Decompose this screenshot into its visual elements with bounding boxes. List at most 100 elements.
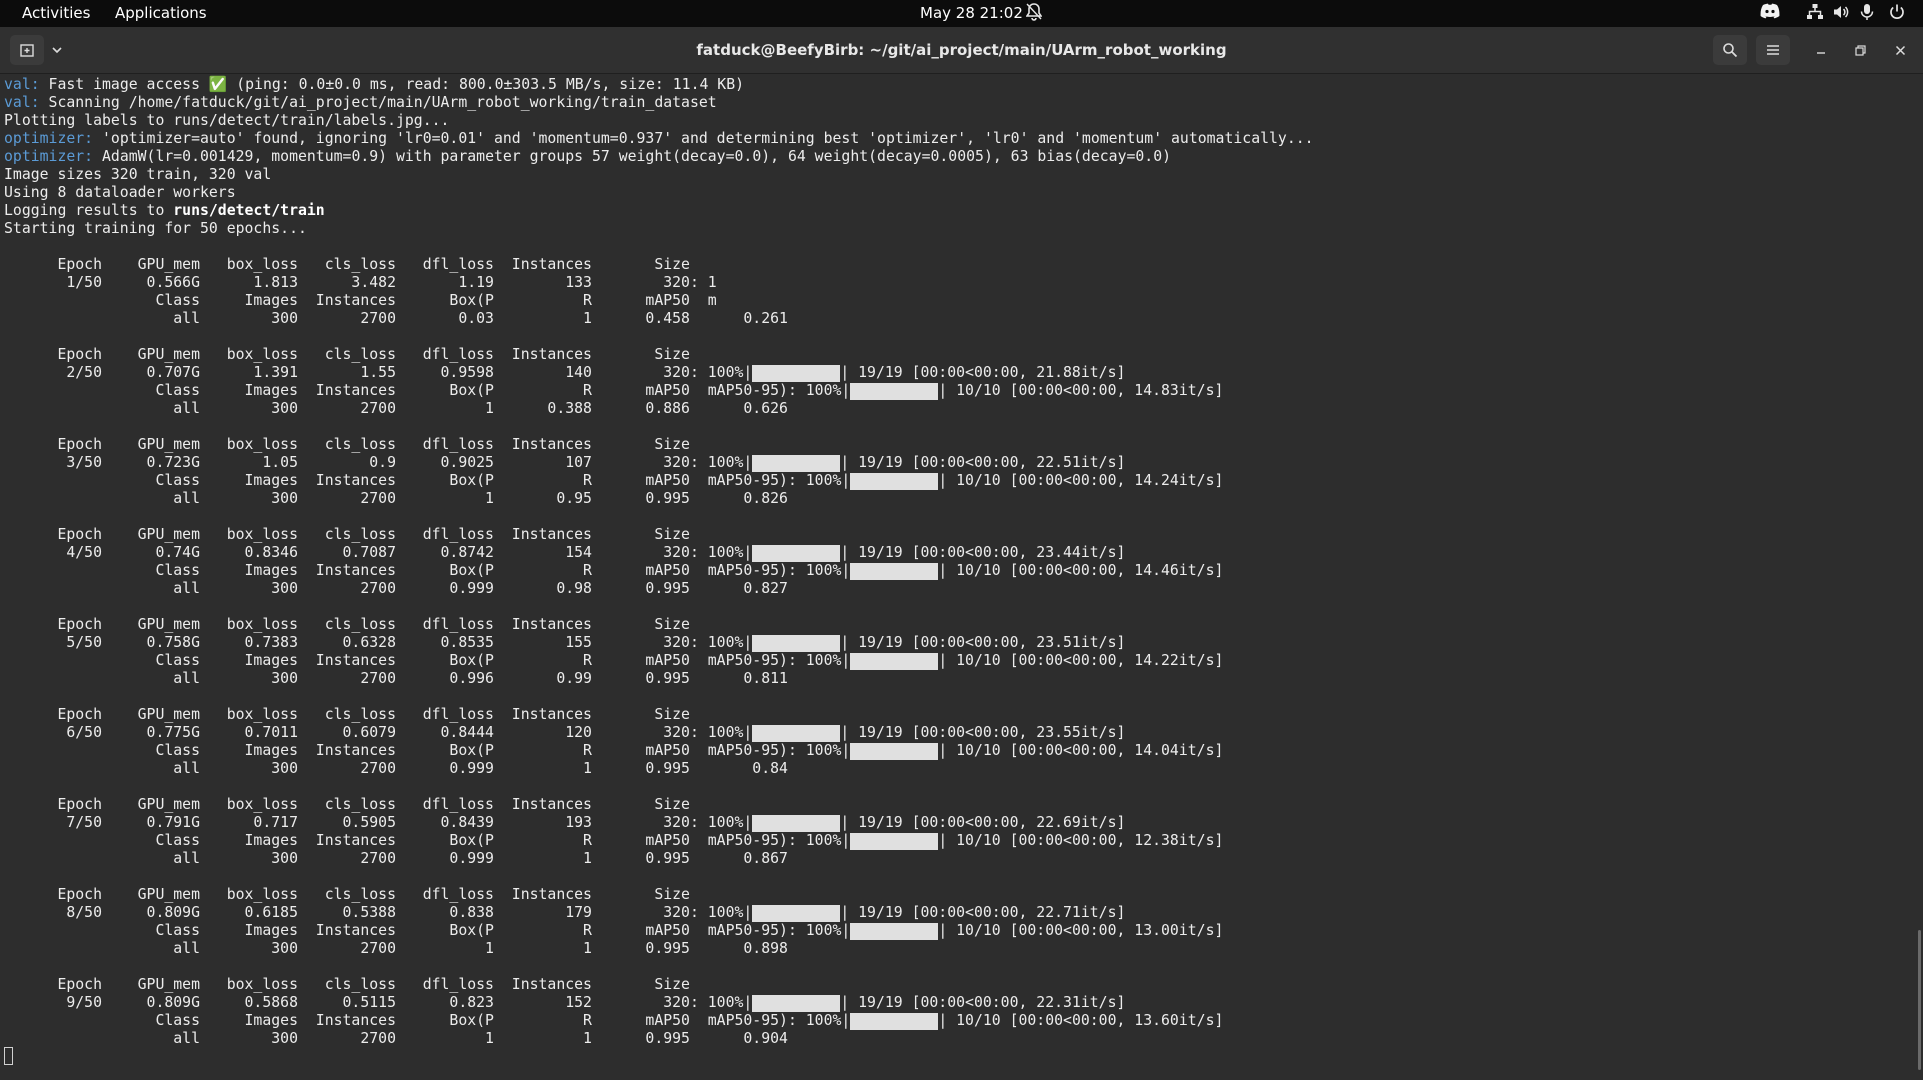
terminal-output[interactable]: val: Fast image access ✅ (ping: 0.0±0.0 … xyxy=(0,74,1923,1080)
minimize-icon[interactable] xyxy=(1810,35,1832,65)
terminal-text: 9/50 0.809G 0.5868 0.5115 0.823 152 320:… xyxy=(4,994,753,1011)
terminal-text: Fast image access ✅ (ping: 0.0±0.0 ms, r… xyxy=(39,76,745,93)
close-icon[interactable] xyxy=(1889,35,1911,65)
progress-bar xyxy=(850,833,939,850)
power-icon[interactable] xyxy=(1888,3,1906,25)
terminal-text: Class Images Instances Box(P R mAP50 mAP… xyxy=(4,922,851,939)
chevron-down-icon[interactable] xyxy=(46,35,68,65)
progress-bar xyxy=(752,995,841,1012)
terminal-text: all 300 2700 1 1 0.995 0.904 xyxy=(4,1030,788,1047)
terminal-text: Class Images Instances Box(P R mAP50 mAP… xyxy=(4,652,851,669)
terminal-line: Logging results to runs/detect/train xyxy=(4,202,1314,220)
terminal-text: all 300 2700 1 1 0.995 0.898 xyxy=(4,940,788,957)
terminal-line: Epoch GPU_mem box_loss cls_loss dfl_loss… xyxy=(4,976,1314,994)
menu-button[interactable] xyxy=(1756,35,1790,65)
terminal-line: Epoch GPU_mem box_loss cls_loss dfl_loss… xyxy=(4,526,1314,544)
terminal-text: Using 8 dataloader workers xyxy=(4,184,236,201)
terminal-line: 3/50 0.723G 1.05 0.9 0.9025 107 320: 100… xyxy=(4,454,1314,472)
progress-bar xyxy=(752,365,841,382)
activities-button[interactable]: Activities xyxy=(22,4,90,22)
terminal-text: 'optimizer=auto' found, ignoring 'lr0=0.… xyxy=(93,130,1314,147)
new-tab-button[interactable] xyxy=(10,35,44,65)
progress-bar xyxy=(752,635,841,652)
terminal-line: 1/50 0.566G 1.813 3.482 1.19 133 320: 1 xyxy=(4,274,1314,292)
search-icon xyxy=(1723,43,1738,58)
volume-icon[interactable] xyxy=(1832,3,1850,25)
applications-menu[interactable]: Applications xyxy=(115,4,207,22)
progress-bar xyxy=(850,743,939,760)
terminal-line: Epoch GPU_mem box_loss cls_loss dfl_loss… xyxy=(4,256,1314,274)
window-titlebar[interactable]: fatduck@BeefyBirb: ~/git/ai_project/main… xyxy=(0,27,1923,74)
terminal-line: Epoch GPU_mem box_loss cls_loss dfl_loss… xyxy=(4,796,1314,814)
terminal-line: Class Images Instances Box(P R mAP50 mAP… xyxy=(4,1012,1314,1030)
terminal-text: 6/50 0.775G 0.7011 0.6079 0.8444 120 320… xyxy=(4,724,753,741)
terminal-line: Image sizes 320 train, 320 val xyxy=(4,166,1314,184)
terminal-text: Plotting labels to runs/detect/train/lab… xyxy=(4,112,450,129)
terminal-line: 7/50 0.791G 0.717 0.5905 0.8439 193 320:… xyxy=(4,814,1314,832)
search-button[interactable] xyxy=(1713,35,1747,65)
terminal-line: optimizer: AdamW(lr=0.001429, momentum=0… xyxy=(4,148,1314,166)
terminal-line: Class Images Instances Box(P R mAP50 mAP… xyxy=(4,472,1314,490)
terminal-line: 9/50 0.809G 0.5868 0.5115 0.823 152 320:… xyxy=(4,994,1314,1012)
terminal-text: | 19/19 [00:00<00:00, 23.55it/s] xyxy=(840,724,1126,741)
terminal-text: Epoch GPU_mem box_loss cls_loss dfl_loss… xyxy=(4,796,690,813)
terminal-line: 4/50 0.74G 0.8346 0.7087 0.8742 154 320:… xyxy=(4,544,1314,562)
progress-bar xyxy=(752,455,841,472)
terminal-text: Class Images Instances Box(P R mAP50 mAP… xyxy=(4,562,851,579)
terminal-line: 6/50 0.775G 0.7011 0.6079 0.8444 120 320… xyxy=(4,724,1314,742)
terminal-text: Class Images Instances Box(P R mAP50 mAP… xyxy=(4,832,851,849)
progress-bar xyxy=(850,923,939,940)
network-icon[interactable] xyxy=(1806,3,1824,25)
terminal-text: | 19/19 [00:00<00:00, 22.69it/s] xyxy=(840,814,1126,831)
terminal-text: AdamW(lr=0.001429, momentum=0.9) with pa… xyxy=(93,148,1172,165)
terminal-line: Class Images Instances Box(P R mAP50 mAP… xyxy=(4,832,1314,850)
top-bar: Activities Applications May 28 21:02 xyxy=(0,0,1923,27)
terminal-text: Epoch GPU_mem box_loss cls_loss dfl_loss… xyxy=(4,436,690,453)
terminal-text: | 10/10 [00:00<00:00, 14.46it/s] xyxy=(938,562,1224,579)
progress-bar xyxy=(752,545,841,562)
terminal-text: Starting training for 50 epochs... xyxy=(4,220,307,237)
terminal-text: Class Images Instances Box(P R mAP50 mAP… xyxy=(4,1012,851,1029)
maximize-icon[interactable] xyxy=(1849,35,1871,65)
terminal-text: | 10/10 [00:00<00:00, 13.60it/s] xyxy=(938,1012,1224,1029)
terminal-text: Class Images Instances Box(P R mAP50 m xyxy=(4,292,717,309)
hamburger-menu-icon xyxy=(1767,45,1779,55)
mic-icon[interactable] xyxy=(1858,3,1876,25)
terminal-line: Class Images Instances Box(P R mAP50 m xyxy=(4,292,1314,310)
terminal-text: Class Images Instances Box(P R mAP50 mAP… xyxy=(4,472,851,489)
terminal-line: 5/50 0.758G 0.7383 0.6328 0.8535 155 320… xyxy=(4,634,1314,652)
terminal-text: runs/detect/train xyxy=(173,202,325,219)
terminal-text: Epoch GPU_mem box_loss cls_loss dfl_loss… xyxy=(4,976,690,993)
terminal-text: 4/50 0.74G 0.8346 0.7087 0.8742 154 320:… xyxy=(4,544,753,561)
terminal-text: Epoch GPU_mem box_loss cls_loss dfl_loss… xyxy=(4,886,690,903)
terminal-line: Class Images Instances Box(P R mAP50 mAP… xyxy=(4,562,1314,580)
terminal-line: 8/50 0.809G 0.6185 0.5388 0.838 179 320:… xyxy=(4,904,1314,922)
terminal-text: | 19/19 [00:00<00:00, 22.71it/s] xyxy=(840,904,1126,921)
terminal-text: all 300 2700 1 0.95 0.995 0.826 xyxy=(4,490,788,507)
terminal-text: | 19/19 [00:00<00:00, 23.51it/s] xyxy=(840,634,1126,651)
terminal-line: all 300 2700 1 0.95 0.995 0.826 xyxy=(4,490,1314,508)
log-prefix: optimizer: xyxy=(4,130,94,147)
terminal-line: Starting training for 50 epochs... xyxy=(4,220,1314,238)
terminal-text: all 300 2700 0.999 0.98 0.995 0.827 xyxy=(4,580,788,597)
terminal-text: 2/50 0.707G 1.391 1.55 0.9598 140 320: 1… xyxy=(4,364,753,381)
terminal-line: Class Images Instances Box(P R mAP50 mAP… xyxy=(4,652,1314,670)
bell-icon[interactable] xyxy=(1025,3,1043,25)
terminal-line: all 300 2700 0.999 1 0.995 0.84 xyxy=(4,760,1314,778)
terminal-text: | 10/10 [00:00<00:00, 14.22it/s] xyxy=(938,652,1224,669)
terminal-line: val: Fast image access ✅ (ping: 0.0±0.0 … xyxy=(4,76,1314,94)
terminal-text: all 300 2700 1 0.388 0.886 0.626 xyxy=(4,400,788,417)
progress-bar xyxy=(850,563,939,580)
terminal-line: all 300 2700 0.03 1 0.458 0.261 xyxy=(4,310,1314,328)
progress-bar xyxy=(850,383,939,400)
terminal-text: | 10/10 [00:00<00:00, 14.83it/s] xyxy=(938,382,1224,399)
discord-icon[interactable] xyxy=(1760,3,1780,23)
clock[interactable]: May 28 21:02 xyxy=(920,4,1023,22)
scrollbar[interactable] xyxy=(1918,930,1921,1070)
terminal-line: val: Scanning /home/fatduck/git/ai_proje… xyxy=(4,94,1314,112)
terminal-text: all 300 2700 0.999 1 0.995 0.84 xyxy=(4,760,788,777)
terminal-line: Epoch GPU_mem box_loss cls_loss dfl_loss… xyxy=(4,436,1314,454)
